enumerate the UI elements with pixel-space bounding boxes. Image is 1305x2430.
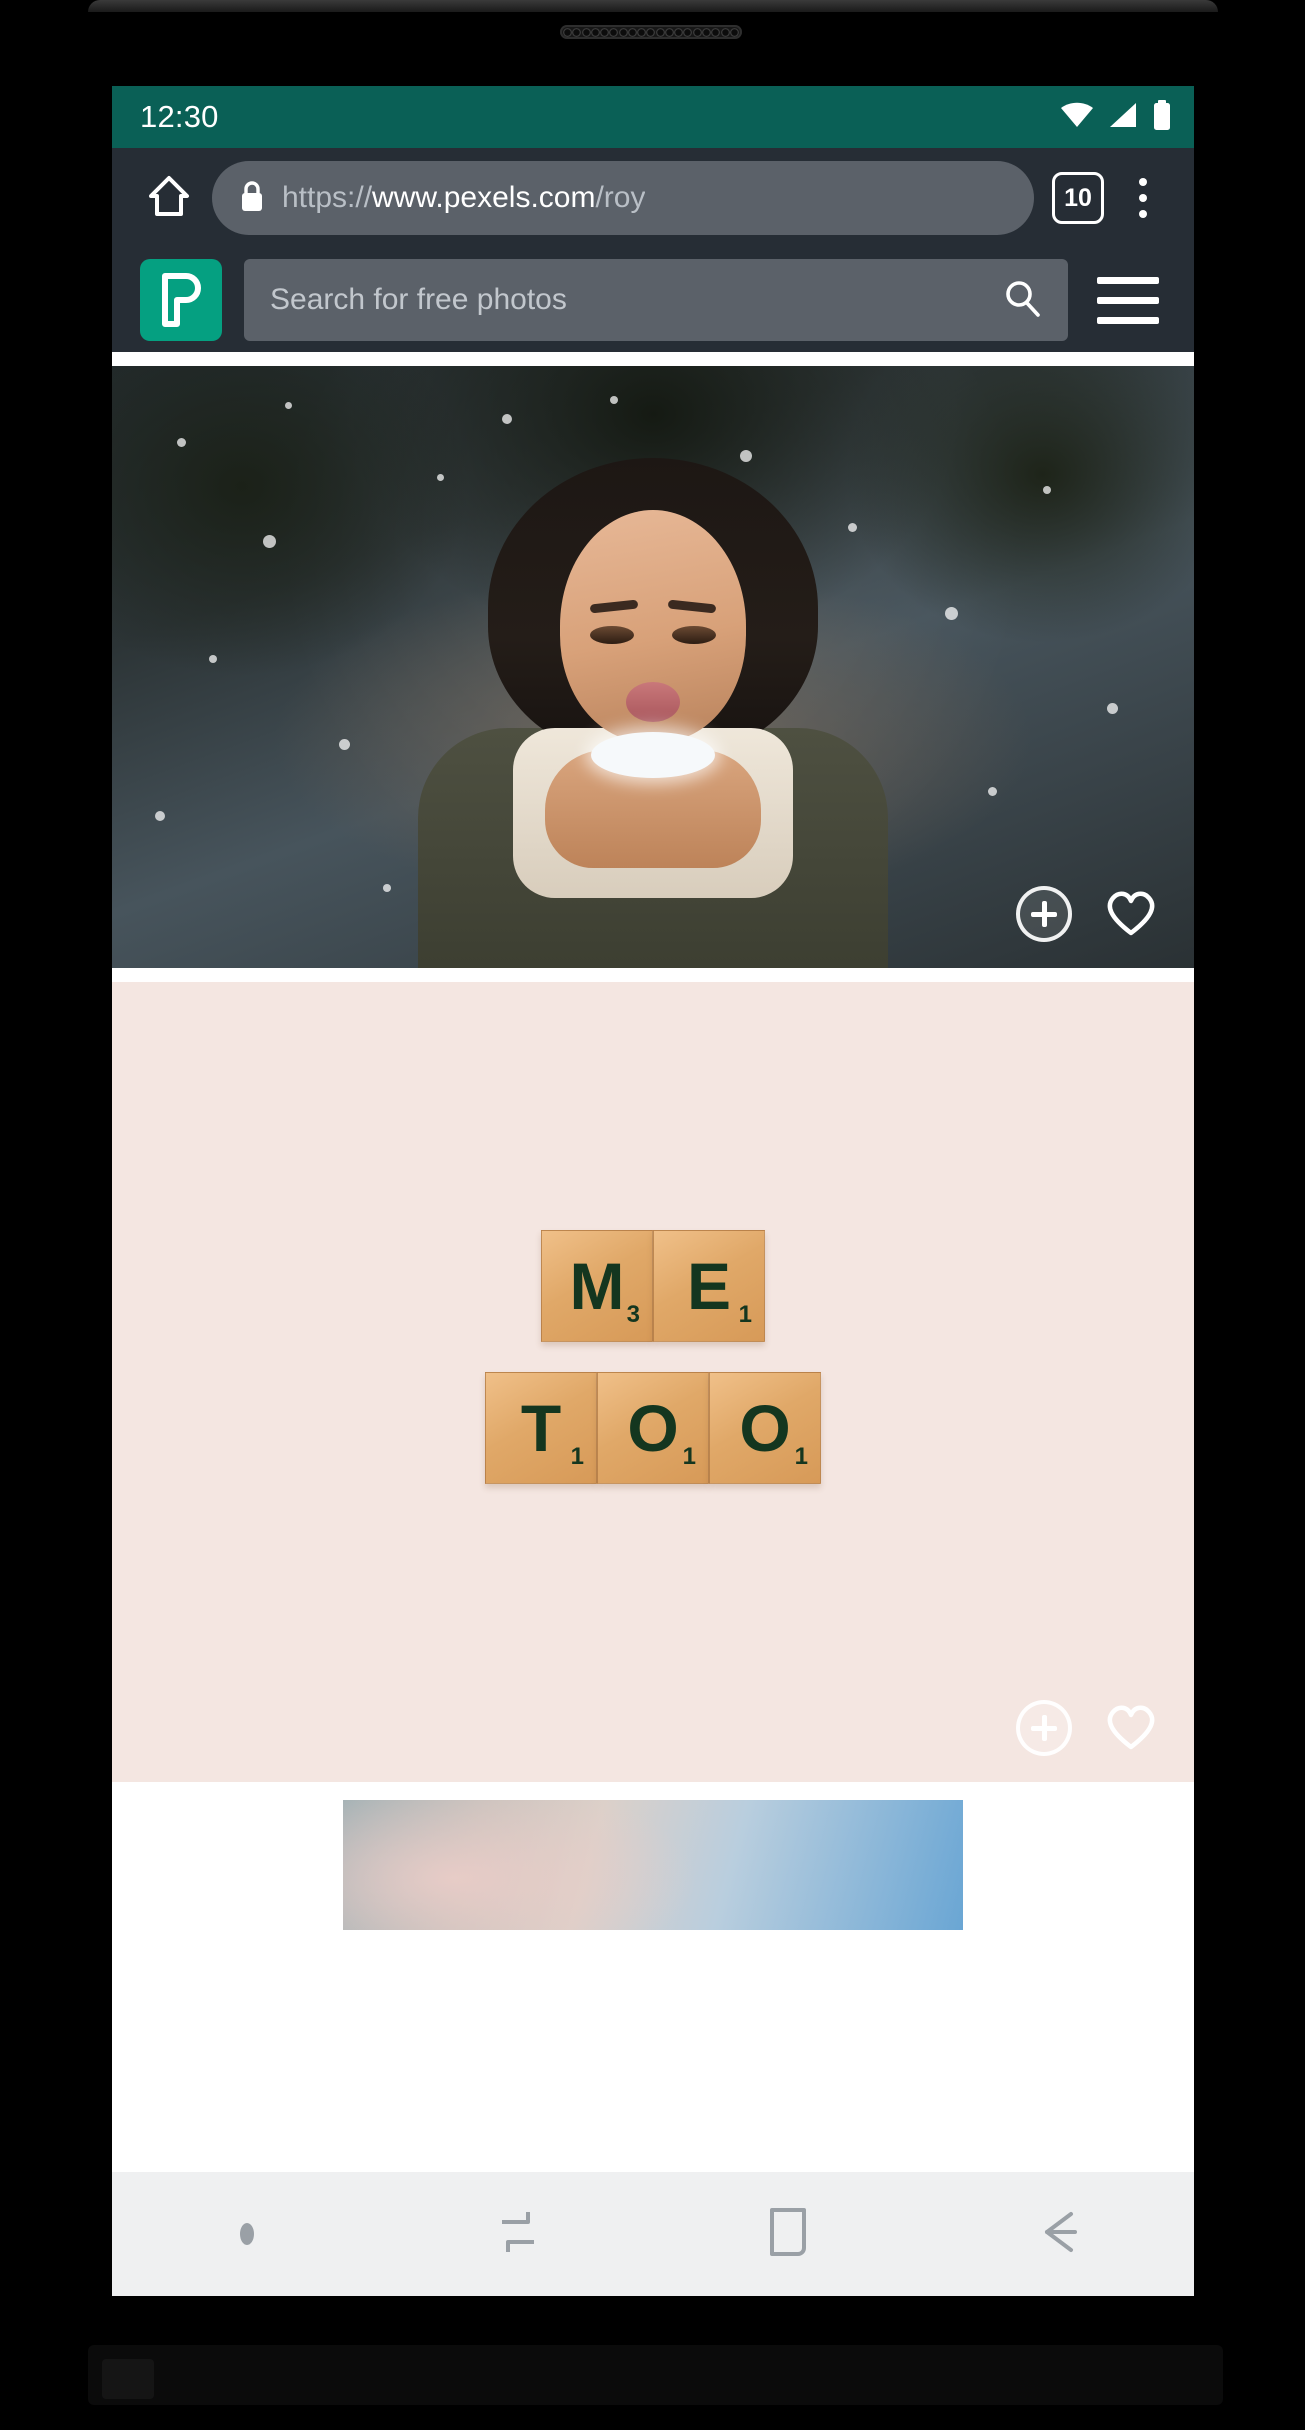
url-path: /roy	[595, 181, 646, 214]
nav-home-button[interactable]	[653, 2204, 924, 2265]
hamburger-line-2	[1097, 296, 1159, 304]
home-icon	[146, 173, 192, 224]
photo-overlay-actions	[1016, 1700, 1158, 1756]
dot-icon	[240, 2223, 255, 2245]
url-scheme: https://	[282, 181, 373, 214]
tab-count-label: 10	[1064, 183, 1092, 212]
scrabble-tile: O 1	[597, 1372, 709, 1484]
url-bar[interactable]: https://www.pexels.com/roy	[212, 161, 1034, 235]
search-input-container[interactable]: Search for free photos	[244, 259, 1068, 341]
tab-counter-button[interactable]: 10	[1052, 172, 1104, 224]
three-dots-vertical-icon-dot3	[1139, 210, 1147, 218]
scrabble-tile: T 1	[485, 1372, 597, 1484]
browser-overflow-menu-button[interactable]	[1114, 165, 1172, 231]
url-text: https://www.pexels.com/roy	[282, 181, 645, 215]
status-bar-icons	[1060, 99, 1172, 135]
add-to-collection-plus-icon[interactable]	[1016, 1700, 1072, 1756]
tile-points: 1	[570, 1443, 584, 1470]
feed-gap-1	[112, 968, 1194, 982]
photo-feed: M 3 E 1 T 1 O 1 O 1	[112, 352, 1194, 1930]
photo-overlay-actions	[1016, 886, 1158, 942]
scrabble-tile: E 1	[653, 1230, 765, 1342]
tile-points: 3	[626, 1301, 640, 1328]
lock-icon	[238, 179, 266, 218]
browser-home-button[interactable]	[136, 165, 202, 231]
tile-letter: O	[627, 1391, 679, 1465]
search-icon[interactable]	[1002, 278, 1042, 323]
device-top-bezel	[88, 0, 1218, 12]
photo-card-winter-woman[interactable]	[112, 366, 1194, 968]
scrabble-tile-row-2: T 1 O 1 O 1	[485, 1372, 821, 1484]
photo-card-scrabble-me-too[interactable]: M 3 E 1 T 1 O 1 O 1	[112, 982, 1194, 1782]
like-heart-icon[interactable]	[1104, 887, 1158, 942]
nav-assistant-dot-button[interactable]	[112, 2223, 383, 2245]
hamburger-line-1	[1097, 276, 1159, 284]
android-navigation-bar	[112, 2172, 1194, 2296]
feed-top-gap	[112, 352, 1194, 366]
photo-card-sky-clouds[interactable]	[343, 1800, 963, 1930]
tile-points: 1	[738, 1301, 752, 1328]
recents-icon	[490, 2204, 546, 2265]
pexels-site-header: Search for free photos	[112, 248, 1194, 352]
battery-icon	[1152, 99, 1172, 135]
hamburger-line-3	[1097, 316, 1159, 324]
photo-subject-woman	[418, 458, 888, 968]
tile-letter: T	[520, 1391, 562, 1465]
device-bottom-bezel	[88, 2345, 1223, 2405]
photo-card-sky-wrapper	[112, 1782, 1194, 1930]
like-heart-icon[interactable]	[1104, 1701, 1158, 1756]
scrabble-tile: O 1	[709, 1372, 821, 1484]
browser-toolbar: https://www.pexels.com/roy 10	[112, 148, 1194, 248]
scrabble-tile: M 3	[541, 1230, 653, 1342]
tile-points: 1	[682, 1443, 696, 1470]
tile-letter: M	[569, 1249, 625, 1323]
tile-letter: O	[739, 1391, 791, 1465]
cell-signal-icon	[1108, 102, 1138, 133]
home-square-icon	[762, 2204, 814, 2265]
device-frame: 12:30 https://www.pexels.com/roy 10 Sear…	[0, 0, 1305, 2430]
wifi-icon	[1060, 102, 1094, 133]
tile-points: 1	[794, 1443, 808, 1470]
add-to-collection-plus-icon[interactable]	[1016, 886, 1072, 942]
scrabble-tile-row-1: M 3 E 1	[541, 1230, 765, 1342]
search-input[interactable]: Search for free photos	[270, 283, 990, 317]
subject-face	[560, 510, 746, 742]
status-bar: 12:30	[112, 86, 1194, 148]
nav-recents-button[interactable]	[383, 2204, 654, 2265]
status-bar-clock: 12:30	[140, 99, 219, 134]
three-dots-vertical-icon-dot2	[1139, 194, 1147, 202]
nav-back-button[interactable]	[924, 2204, 1195, 2265]
hamburger-menu-icon[interactable]	[1090, 259, 1166, 341]
earpiece-speaker-grille	[560, 25, 742, 39]
three-dots-vertical-icon-dot1	[1139, 178, 1147, 186]
pexels-logo[interactable]	[140, 259, 222, 341]
url-host: www.pexels.com	[372, 181, 596, 214]
phone-screen: 12:30 https://www.pexels.com/roy 10 Sear…	[112, 86, 1194, 2296]
back-arrow-icon	[1031, 2204, 1087, 2265]
tile-letter: E	[686, 1249, 732, 1323]
subject-snow-in-hands	[591, 732, 715, 778]
